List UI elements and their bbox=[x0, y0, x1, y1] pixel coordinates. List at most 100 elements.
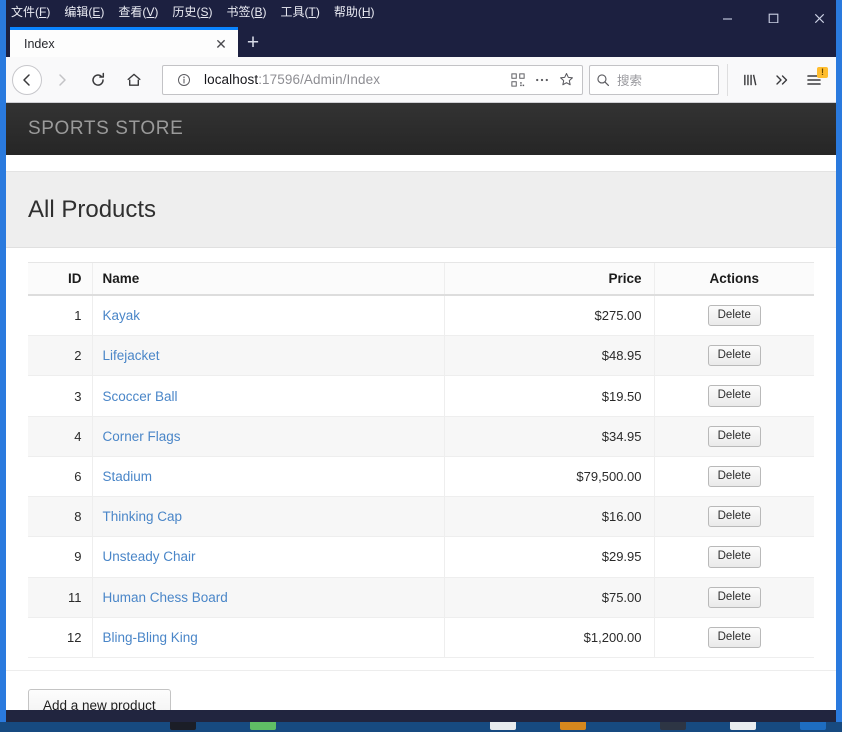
cell-actions: Delete bbox=[653, 295, 814, 337]
page-content: SPORTS STORE All Products ID Name Price … bbox=[6, 103, 836, 710]
add-new-product-button[interactable]: Add a new product bbox=[28, 688, 171, 710]
products-table-wrap: ID Name Price Actions 1 Kayak $275.00 Delet… bbox=[6, 248, 836, 658]
cell-id: 12 bbox=[28, 617, 92, 658]
tab-strip: Index ✕ + bbox=[6, 23, 836, 57]
table-row: 8 Thinking Cap $16.00 Delete bbox=[28, 496, 814, 538]
cell-actions: Delete bbox=[653, 375, 814, 417]
delete-button[interactable]: Delete bbox=[707, 465, 761, 488]
forward-arrow-icon bbox=[46, 64, 78, 96]
menu-item-bookmarks[interactable]: 书签(B) bbox=[219, 4, 273, 20]
delete-button[interactable]: Delete bbox=[707, 385, 761, 407]
column-header-name[interactable]: Name bbox=[91, 262, 444, 296]
products-table: ID Name Price Actions 1 Kayak $275.00 Delet… bbox=[28, 262, 814, 658]
menu-item-history[interactable]: 历史(S) bbox=[165, 4, 219, 20]
info-icon[interactable] bbox=[172, 68, 196, 92]
menu-accel: V bbox=[146, 4, 155, 19]
menu-label: 查看 bbox=[118, 4, 143, 19]
back-arrow-icon[interactable] bbox=[12, 64, 42, 95]
product-link[interactable]: Scoccer Ball bbox=[103, 389, 178, 404]
menu-item-help[interactable]: 帮助(H) bbox=[327, 4, 382, 20]
delete-button[interactable]: Delete bbox=[707, 546, 761, 568]
cell-price: $19.50 bbox=[443, 375, 654, 417]
cell-price: $79,500.00 bbox=[443, 456, 654, 498]
table-row: 9 Unsteady Chair $29.95 Delete bbox=[28, 536, 814, 578]
hamburger-menu-icon[interactable]: ! bbox=[798, 64, 830, 96]
product-link[interactable]: Unsteady Chair bbox=[103, 549, 196, 564]
cell-actions: Delete bbox=[653, 416, 814, 457]
cell-price: $1,200.00 bbox=[443, 617, 654, 658]
menu-accel: H bbox=[361, 4, 371, 19]
footer-band: Add a new product bbox=[6, 669, 836, 710]
url-path: :17596/Admin/Index bbox=[258, 72, 381, 87]
delete-button[interactable]: Delete bbox=[707, 626, 761, 648]
page-title: All Products bbox=[28, 195, 157, 223]
menu-bar: 文件(F) 编辑(E) 查看(V) 历史(S) 书签(B) 工具(T) 帮助(H… bbox=[6, 0, 836, 23]
menu-item-tools[interactable]: 工具(T) bbox=[273, 4, 326, 20]
url-bar[interactable]: localhost:17596/Admin/Index bbox=[162, 64, 583, 95]
delete-button[interactable]: Delete bbox=[707, 586, 761, 608]
product-link[interactable]: Human Chess Board bbox=[103, 590, 228, 605]
column-header-price[interactable]: Price bbox=[443, 262, 654, 296]
cell-name: Stadium bbox=[91, 456, 444, 498]
product-link[interactable]: Lifejacket bbox=[103, 348, 160, 363]
site-header: SPORTS STORE bbox=[6, 103, 836, 155]
product-link[interactable]: Bling-Bling King bbox=[103, 630, 198, 645]
cell-price: $275.00 bbox=[443, 295, 654, 337]
site-brand-title: SPORTS STORE bbox=[28, 118, 184, 139]
url-text: localhost:17596/Admin/Index bbox=[204, 72, 506, 87]
cell-id: 2 bbox=[28, 335, 92, 377]
cell-actions: Delete bbox=[653, 536, 814, 578]
menu-item-file[interactable]: 文件(F) bbox=[6, 4, 57, 20]
cell-actions: Delete bbox=[653, 496, 814, 538]
close-icon[interactable]: ✕ bbox=[212, 35, 230, 53]
column-header-actions[interactable]: Actions bbox=[653, 262, 814, 296]
cell-actions: Delete bbox=[653, 456, 814, 498]
product-link[interactable]: Stadium bbox=[103, 469, 153, 484]
tab-index[interactable]: Index ✕ bbox=[10, 27, 238, 57]
column-header-id[interactable]: ID bbox=[28, 262, 92, 296]
cell-actions: Delete bbox=[653, 617, 814, 658]
star-icon[interactable] bbox=[554, 68, 578, 92]
menu-item-edit[interactable]: 编辑(E) bbox=[57, 4, 111, 20]
table-row: 1 Kayak $275.00 Delete bbox=[28, 295, 814, 337]
delete-button[interactable]: Delete bbox=[707, 305, 761, 327]
product-link[interactable]: Thinking Cap bbox=[103, 509, 183, 524]
table-row: 11 Human Chess Board $75.00 Delete bbox=[28, 577, 814, 618]
delete-button[interactable]: Delete bbox=[707, 345, 761, 367]
table-row: 3 Scoccer Ball $19.50 Delete bbox=[28, 375, 814, 417]
table-row: 6 Stadium $79,500.00 Delete bbox=[28, 456, 814, 498]
menu-label: 帮助 bbox=[333, 4, 358, 19]
menu-accel: S bbox=[200, 4, 209, 19]
table-row: 4 Corner Flags $34.95 Delete bbox=[28, 416, 814, 457]
cell-price: $75.00 bbox=[443, 577, 654, 618]
delete-button[interactable]: Delete bbox=[707, 506, 761, 528]
navigation-toolbar: localhost:17596/Admin/Index 搜索 ! bbox=[6, 57, 836, 103]
double-chevron-icon[interactable] bbox=[766, 64, 798, 96]
cell-id: 11 bbox=[28, 577, 92, 618]
product-link[interactable]: Corner Flags bbox=[103, 429, 181, 444]
cell-id: 8 bbox=[28, 496, 92, 538]
library-icon[interactable] bbox=[734, 64, 766, 96]
cell-price: $48.95 bbox=[443, 335, 654, 377]
search-placeholder: 搜索 bbox=[617, 74, 643, 88]
menu-label: 文件 bbox=[11, 4, 36, 19]
delete-button[interactable]: Delete bbox=[707, 425, 761, 447]
cell-name: Human Chess Board bbox=[91, 577, 444, 618]
menu-label: 历史 bbox=[172, 4, 197, 19]
update-badge: ! bbox=[817, 66, 828, 78]
home-icon[interactable] bbox=[118, 64, 150, 96]
search-input[interactable]: 搜索 bbox=[589, 64, 719, 95]
qr-code-icon[interactable] bbox=[506, 68, 530, 92]
reload-icon[interactable] bbox=[82, 64, 114, 96]
toolbar-right-group: ! bbox=[727, 63, 830, 96]
menu-item-view[interactable]: 查看(V) bbox=[111, 4, 165, 20]
cell-id: 6 bbox=[28, 456, 92, 498]
cell-name: Lifejacket bbox=[91, 335, 444, 377]
cell-name: Kayak bbox=[91, 295, 444, 337]
cell-price: $16.00 bbox=[443, 496, 654, 538]
table-head: ID Name Price Actions bbox=[28, 262, 814, 296]
new-tab-icon[interactable]: + bbox=[238, 27, 268, 57]
ellipsis-icon[interactable] bbox=[530, 68, 554, 92]
menu-accel: T bbox=[308, 4, 316, 19]
product-link[interactable]: Kayak bbox=[103, 308, 141, 323]
